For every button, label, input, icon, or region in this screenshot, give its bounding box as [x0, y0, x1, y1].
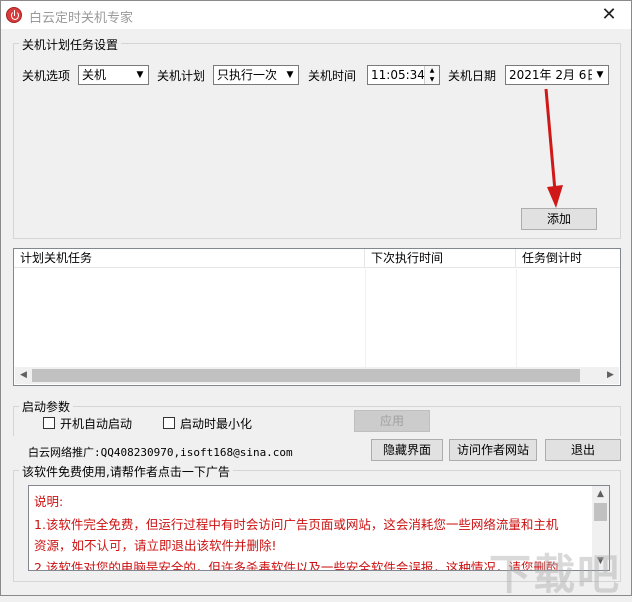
promo-text: 白云网络推广:QQ408230970,isoft168@sina.com: [28, 446, 293, 459]
spin-updown-icon[interactable]: ▲ ▼: [424, 66, 439, 84]
watermark-logo: 下载吧: [489, 550, 622, 599]
main-window: 白云定时关机专家 ✕ 关机计划任务设置 关机选项 关机 ▼ 关机计划 只执行一次…: [0, 0, 632, 599]
window-title: 白云定时关机专家: [29, 11, 134, 26]
exit-button[interactable]: 退出: [545, 439, 621, 461]
column-divider: [365, 267, 366, 367]
column-divider: [516, 267, 517, 367]
date-label: 关机日期: [448, 69, 497, 83]
autostart-label[interactable]: 开机自动启动: [60, 415, 132, 432]
scrollbar-thumb[interactable]: [594, 503, 607, 521]
scroll-up-icon[interactable]: ▲: [592, 486, 609, 503]
minimize-label[interactable]: 启动时最小化: [180, 415, 252, 432]
add-button[interactable]: 添加: [521, 208, 597, 230]
task-list[interactable]: 计划关机任务 下次执行时间 任务倒计时 ◀ ▶: [13, 248, 621, 386]
close-button[interactable]: ✕: [587, 1, 631, 29]
date-picker[interactable]: 2021年 2月 6日 ▼: [505, 65, 609, 85]
chevron-down-icon[interactable]: ▼: [282, 66, 298, 84]
scrollbar-thumb[interactable]: [32, 369, 580, 382]
notice-line: 说明:: [34, 494, 64, 509]
notice-line: 1.该软件完全免费，但运行过程中有时会访问广告页面或网站，这会消耗您一些网络流量…: [34, 517, 559, 532]
plan-settings-legend: 关机计划任务设置: [19, 36, 122, 53]
time-label: 关机时间: [308, 69, 357, 83]
option-select[interactable]: 关机 ▼: [78, 65, 149, 85]
plan-select[interactable]: 只执行一次 ▼: [213, 65, 299, 85]
horizontal-scrollbar[interactable]: ◀ ▶: [15, 367, 619, 384]
chevron-down-icon[interactable]: ▼: [592, 66, 608, 84]
hide-interface-button[interactable]: 隐藏界面: [371, 439, 443, 461]
time-picker[interactable]: 11:05:34 ▲ ▼: [367, 65, 440, 85]
title-bar[interactable]: 白云定时关机专家 ✕: [1, 1, 631, 29]
task-list-header: 计划关机任务 下次执行时间 任务倒计时: [14, 249, 620, 268]
apply-button[interactable]: 应用: [354, 410, 430, 432]
notice-line: 资源，如不认可，请立即退出该软件并删除!: [34, 538, 277, 553]
visit-author-site-button[interactable]: 访问作者网站: [449, 439, 537, 461]
chevron-down-icon[interactable]: ▼: [132, 66, 148, 84]
autostart-checkbox[interactable]: [43, 417, 55, 429]
column-header-task[interactable]: 计划关机任务: [14, 249, 365, 267]
startup-params-legend: 启动参数: [19, 398, 74, 415]
plan-label: 关机计划: [157, 69, 206, 83]
plan-select-value: 只执行一次: [217, 68, 278, 82]
ad-group-legend: 该软件免费使用,请帮作者点击一下广告: [19, 463, 233, 480]
red-arrow-icon: [544, 88, 563, 208]
option-select-value: 关机: [82, 68, 107, 82]
column-header-next-time[interactable]: 下次执行时间: [365, 249, 516, 267]
power-icon: [6, 7, 22, 23]
scroll-left-icon[interactable]: ◀: [15, 367, 32, 384]
date-picker-value: 2021年 2月 6日: [509, 68, 599, 82]
time-picker-value: 11:05:34: [371, 68, 425, 82]
scroll-right-icon[interactable]: ▶: [602, 367, 619, 384]
option-label: 关机选项: [22, 69, 71, 83]
minimize-checkbox[interactable]: [163, 417, 175, 429]
column-header-countdown[interactable]: 任务倒计时: [516, 249, 620, 267]
notice-line: 2.该软件对您的电脑是安全的，但许多杀毒软件以及一些安全软件会误报，这种情况，请…: [34, 560, 559, 571]
